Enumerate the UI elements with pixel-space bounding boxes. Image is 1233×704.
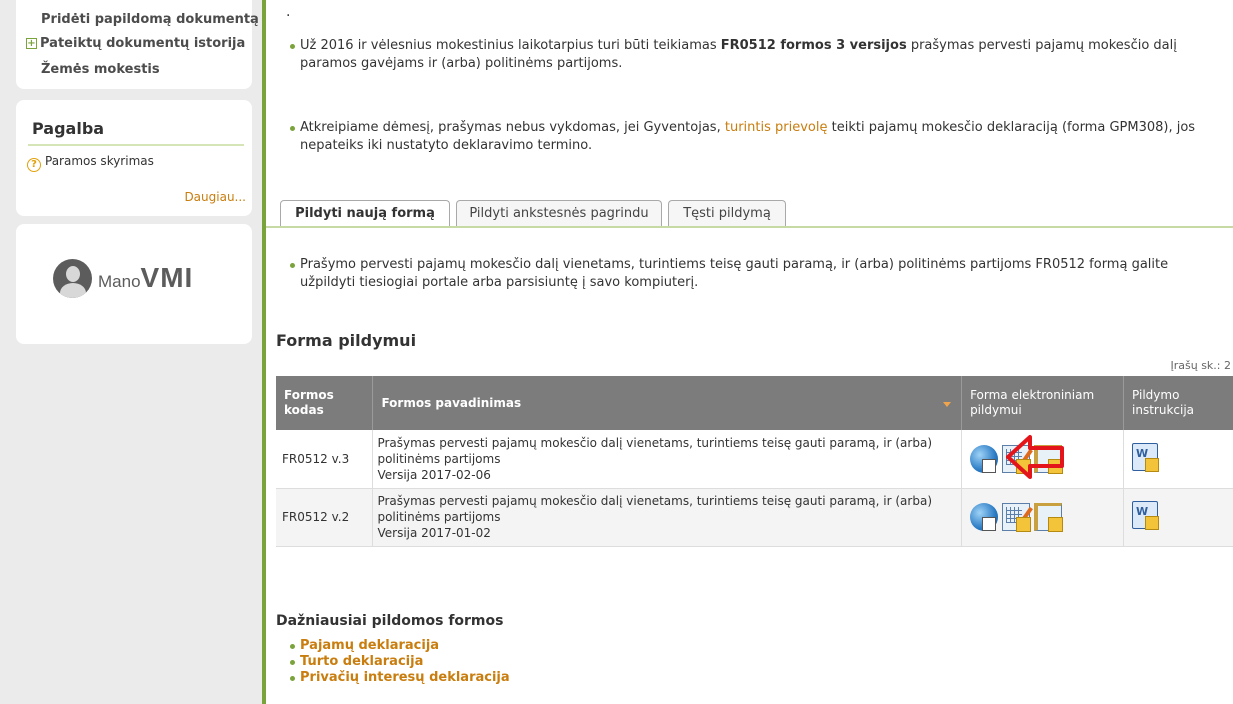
offline-form-edit-icon[interactable] bbox=[1002, 503, 1034, 532]
row-electronic-icons bbox=[961, 488, 1125, 547]
row-name-cell: Prašymas pervesti pajamų mokesčio dalį v… bbox=[372, 430, 963, 489]
notice-form-fill: Prašymo pervesti pajamų mokesčio dalį vi… bbox=[286, 256, 1216, 292]
question-icon: ? bbox=[27, 158, 41, 172]
help-panel: Pagalba ? Paramos skyrimas Daugiau... bbox=[16, 100, 252, 216]
row-code: FR0512 v.2 bbox=[276, 488, 374, 547]
notice-version: Už 2016 ir vėlesnius mokestinius laikota… bbox=[286, 37, 1216, 73]
row-version: Versija 2017-02-06 bbox=[377, 467, 491, 482]
obligation-link[interactable]: turintis prievolę bbox=[725, 120, 828, 135]
header-name-label[interactable]: Formos pavadinimas bbox=[381, 396, 521, 410]
user-avatar-icon bbox=[53, 259, 92, 298]
logo-mano: Mano bbox=[98, 272, 141, 291]
word-document-icon[interactable] bbox=[1132, 501, 1160, 530]
section-title: Forma pildymui bbox=[276, 331, 417, 350]
table-row: FR0512 v.3 Prašymas pervesti pajamų moke… bbox=[276, 430, 1233, 489]
sidebar-item-history[interactable]: + Pateiktų dokumentų istorija bbox=[26, 36, 245, 51]
sort-down-icon[interactable] bbox=[943, 402, 952, 407]
header-electronic: Forma elektroniniam pildymui bbox=[961, 376, 1125, 430]
frequent-link-interests[interactable]: Privačių interesų deklaracija bbox=[286, 670, 510, 686]
help-link-support[interactable]: ? Paramos skyrimas bbox=[27, 154, 154, 172]
row-name: Prašymas pervesti pajamų mokesčio dalį v… bbox=[377, 494, 932, 524]
frequent-forms-title: Dažniausiai pildomos formos bbox=[276, 613, 504, 629]
main-content: . Už 2016 ir vėlesnius mokestinius laiko… bbox=[262, 0, 1233, 704]
frequent-forms-list: Pajamų deklaracija Turto deklaracija Pri… bbox=[286, 638, 510, 686]
header-instructions: Pildymo instrukcija bbox=[1123, 376, 1233, 430]
notice-version-text: Už 2016 ir vėlesnius mokestinius laikota… bbox=[300, 38, 721, 53]
annotation-arrow-icon bbox=[1006, 435, 1064, 479]
help-title: Pagalba bbox=[32, 119, 105, 138]
tab-based-on-previous[interactable]: Pildyti ankstesnės pagrindu bbox=[456, 200, 662, 227]
sidebar-item-history-label[interactable]: Pateiktų dokumentų istorija bbox=[40, 36, 245, 51]
tab-continue[interactable]: Tęsti pildymą bbox=[668, 200, 786, 227]
online-fill-globe-icon[interactable] bbox=[970, 444, 999, 473]
table-row: FR0512 v.2 Prašymas pervesti pajamų moke… bbox=[276, 488, 1233, 547]
mano-vmi-logo: ManoVMI bbox=[98, 262, 193, 294]
sidebar-item-add-document[interactable]: Pridėti papildomą dokumentą bbox=[41, 12, 259, 27]
logo-vmi: VMI bbox=[140, 262, 194, 293]
row-name: Prašymas pervesti pajamų mokesčio dalį v… bbox=[377, 435, 932, 466]
row-name-cell: Prašymas pervesti pajamų mokesčio dalį v… bbox=[372, 488, 963, 547]
help-link-support-label[interactable]: Paramos skyrimas bbox=[45, 154, 154, 168]
header-code: Formos kodas bbox=[276, 376, 374, 430]
frequent-link-property[interactable]: Turto deklaracija bbox=[286, 654, 510, 670]
row-instruction-cell bbox=[1123, 488, 1233, 547]
header-name[interactable]: Formos pavadinimas bbox=[372, 376, 963, 430]
notice-deadline: Atkreipiame dėmesį, prašymas nebus vykdo… bbox=[286, 119, 1216, 155]
row-code: FR0512 v.3 bbox=[276, 430, 374, 489]
forms-table: Formos kodas Formos pavadinimas Forma el… bbox=[276, 376, 1233, 547]
table-header-row: Formos kodas Formos pavadinimas Forma el… bbox=[276, 376, 1233, 430]
row-version: Versija 2017-01-02 bbox=[377, 526, 491, 540]
expand-plus-icon[interactable]: + bbox=[26, 38, 37, 49]
sidebar-item-land-tax[interactable]: Žemės mokestis bbox=[41, 62, 160, 77]
word-document-icon[interactable] bbox=[1132, 442, 1160, 472]
tab-underline bbox=[266, 226, 1233, 228]
form-download-icon[interactable] bbox=[1034, 503, 1064, 532]
mano-vmi-banner[interactable]: ManoVMI bbox=[16, 224, 252, 344]
tab-new-form[interactable]: Pildyti naują formą bbox=[280, 200, 450, 228]
online-fill-globe-icon[interactable] bbox=[970, 503, 999, 531]
help-divider bbox=[28, 144, 244, 146]
top-dot: . bbox=[286, 4, 291, 20]
record-count: Įrašų sk.: 2 bbox=[1170, 359, 1231, 372]
help-more-link[interactable]: Daugiau... bbox=[184, 190, 246, 204]
sidebar-menu: Pridėti papildomą dokumentą + Pateiktų do… bbox=[16, 0, 259, 89]
notice-version-bold: FR0512 formos 3 versijos bbox=[720, 38, 907, 53]
notice-deadline-text: Atkreipiame dėmesį, prašymas nebus vykdo… bbox=[300, 120, 725, 135]
frequent-link-income[interactable]: Pajamų deklaracija bbox=[286, 638, 510, 654]
row-instruction-cell bbox=[1123, 430, 1233, 489]
sidebar: Pridėti papildomą dokumentą + Pateiktų do… bbox=[0, 0, 262, 704]
